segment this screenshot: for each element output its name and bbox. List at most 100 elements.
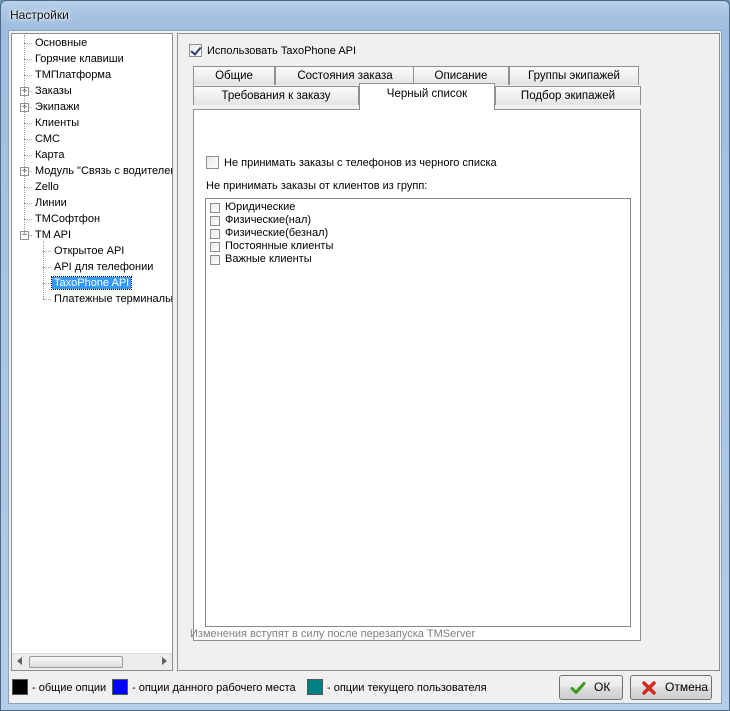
tab-general[interactable]: Общие — [193, 66, 275, 85]
tree-item-label: Экипажи — [35, 101, 80, 113]
tree-connector — [43, 241, 44, 299]
tree-connector — [24, 59, 32, 60]
tree-item[interactable]: Основные — [33, 35, 89, 51]
tab-crew-selection[interactable]: Подбор экипажей — [495, 86, 641, 105]
tab-order-requirements[interactable]: Требования к заказу — [193, 86, 359, 105]
tree-item[interactable]: Модуль "Связь с водителем" — [33, 163, 173, 179]
tree-connector — [24, 187, 32, 188]
legend-workplace-label: - опции данного рабочего места — [132, 682, 296, 694]
tree-item-label: Модуль "Связь с водителем" — [35, 165, 173, 177]
tree-connector — [24, 43, 32, 44]
ok-button[interactable]: ОК — [559, 675, 623, 700]
tree-item-label: Линии — [35, 197, 67, 209]
tab-label: Требования к заказу — [221, 90, 331, 102]
tree-connector — [24, 123, 32, 124]
tree-item-label: Заказы — [35, 85, 72, 97]
checkmark-icon — [570, 682, 586, 694]
tree-item[interactable]: Открытое API — [52, 243, 126, 259]
ok-button-label: ОК — [594, 680, 611, 694]
cross-icon — [642, 681, 656, 695]
tree-item[interactable]: Карта — [33, 147, 66, 163]
legend-general-label: - общие опции — [32, 682, 107, 694]
tree-connector — [24, 219, 32, 220]
client-groups-label: Не принимать заказы от клиентов из групп… — [206, 180, 428, 192]
tree-item[interactable]: TaxoPhone API — [50, 275, 133, 291]
cancel-button-label: Отмена — [665, 680, 709, 694]
group-label: Важные клиенты — [225, 253, 312, 265]
scroll-thumb[interactable] — [29, 656, 123, 668]
group-label: Юридические — [225, 201, 296, 213]
tree-item[interactable]: Клиенты — [33, 115, 81, 131]
cancel-button[interactable]: Отмена — [630, 675, 712, 700]
use-taxophone-api-label: Использовать TaxoPhone API — [207, 45, 357, 57]
settings-window: Настройки Основные Горячие клавиши ТМПлатф… — [0, 0, 730, 711]
tree-item[interactable]: TM API — [33, 227, 73, 243]
tree-horizontal-scrollbar[interactable] — [12, 653, 172, 670]
tree-item-label: Основные — [35, 37, 88, 49]
tree-item[interactable]: Экипажи — [33, 99, 81, 115]
tree-item-label: ТМСофтфон — [35, 213, 101, 225]
tab-label: Подбор экипажей — [520, 90, 616, 102]
tree-item-label: СМС — [35, 133, 60, 145]
tree-connector — [24, 75, 32, 76]
tree-item-label: ТМПлатформа — [35, 69, 112, 81]
tree-item[interactable]: API для телефонии — [52, 259, 155, 275]
scroll-left-icon[interactable] — [17, 657, 22, 665]
group-label: Физические(нал) — [225, 214, 312, 226]
tree-item[interactable]: Линии — [33, 195, 69, 211]
tree-connector — [24, 203, 32, 204]
tree-connector — [24, 139, 32, 140]
group-checkbox[interactable] — [210, 255, 220, 265]
tree-item-label: TaxoPhone API — [50, 276, 133, 290]
tab-label: Описание — [434, 70, 488, 82]
window-title: Настройки — [10, 8, 69, 22]
tree-item-label: Горячие клавиши — [35, 53, 124, 65]
blacklist-phones-label: Не принимать заказы с телефонов из черно… — [224, 157, 497, 169]
tree-connector — [24, 155, 32, 156]
group-checkbox[interactable] — [210, 229, 220, 239]
tab-label: Черный список — [386, 88, 468, 100]
legend-swatch-workplace — [112, 679, 128, 695]
scroll-right-icon[interactable] — [162, 657, 167, 665]
tab-label: Общие — [215, 70, 253, 82]
group-label: Физические(безнал) — [225, 227, 329, 239]
tree-item[interactable]: ТМПлатформа — [33, 67, 113, 83]
legend-swatch-general — [12, 679, 28, 695]
tree-item-label: Карта — [35, 149, 65, 161]
tree-item-label: Платежные терминалы — [54, 293, 173, 305]
tree-item[interactable]: Zello — [33, 179, 61, 195]
legend-user-label: - опции текущего пользователя — [327, 682, 487, 694]
tree-item-label: Открытое API — [54, 245, 125, 257]
group-label: Постоянные клиенты — [225, 240, 334, 252]
tree-connector — [43, 299, 51, 300]
window-client: Основные Горячие клавиши ТМПлатформа Заказы… — [8, 30, 722, 704]
restart-note: Изменения вступят в силу после перезапус… — [190, 628, 476, 640]
tree-connector — [43, 267, 51, 268]
settings-content-panel: Использовать TaxoPhone API Общие Состоян… — [177, 33, 720, 671]
tree-item[interactable]: Заказы — [33, 83, 74, 99]
tab-crew-groups[interactable]: Группы экипажей — [509, 66, 639, 85]
tree-item[interactable]: Горячие клавиши — [33, 51, 126, 67]
tree-item-label: Клиенты — [35, 117, 80, 129]
legend-swatch-user — [307, 679, 323, 695]
use-taxophone-api-checkbox[interactable] — [189, 44, 202, 57]
blacklist-phones-checkbox[interactable] — [206, 156, 219, 169]
tab-label: Группы экипажей — [528, 70, 620, 82]
tab-label: Состояния заказа — [297, 70, 393, 82]
tree-connector — [24, 35, 25, 235]
settings-tree[interactable]: Основные Горячие клавиши ТМПлатформа Заказы… — [11, 33, 173, 671]
tree-item[interactable]: ТМСофтфон — [33, 211, 102, 227]
tree-connector — [43, 251, 51, 252]
blacklist-tab-page: Не принимать заказы с телефонов из черно… — [193, 109, 641, 641]
tree-item-label: Zello — [35, 181, 59, 193]
tree-item-label: TM API — [35, 229, 72, 241]
group-checkbox[interactable] — [210, 216, 220, 226]
tree-item[interactable]: СМС — [33, 131, 62, 147]
tree-item-label: API для телефонии — [54, 261, 154, 273]
tree-item[interactable]: Платежные терминалы — [52, 291, 173, 307]
group-checkbox[interactable] — [210, 242, 220, 252]
tab-blacklist[interactable]: Черный список — [359, 83, 495, 110]
group-checkbox[interactable] — [210, 203, 220, 213]
tree-connector — [43, 283, 51, 284]
client-groups-list[interactable]: Юридические Физические(нал) Физические(без… — [205, 198, 631, 627]
